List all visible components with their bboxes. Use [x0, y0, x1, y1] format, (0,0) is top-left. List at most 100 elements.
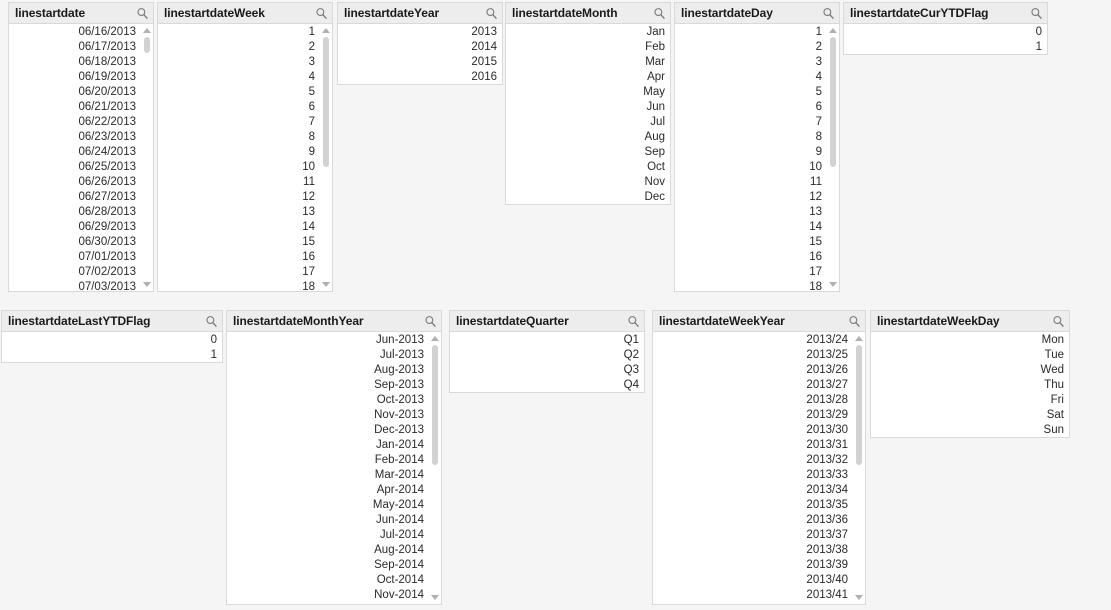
- slicer-panel-linestartdateWeek[interactable]: linestartdateWeek 1 2 3 4 5 6 7 8 9 10 11 12 13 14 15 16…: [157, 2, 333, 292]
- slicer-item[interactable]: Oct-2014: [227, 573, 429, 588]
- slicer-item[interactable]: Sun: [871, 423, 1069, 437]
- slicer-panel-linestartdateWeekDay[interactable]: linestartdateWeekDay Mon Tue Wed Thu Fri Sat Su…: [870, 310, 1070, 438]
- slicer-item[interactable]: 07/02/2013: [9, 265, 141, 280]
- slicer-panel-linestartdate[interactable]: linestartdate 06/16/2013 06/17/2013 06/18/2…: [8, 2, 154, 292]
- slicer-item-list-linestartdateDay[interactable]: 1 2 3 4 5 6 7 8 9 10 11 12 13 14 15 16 17 18: [675, 24, 827, 291]
- slicer-item[interactable]: 2013/35: [653, 498, 853, 513]
- scrollbar-linestartdateDay[interactable]: [827, 24, 839, 291]
- slicer-item[interactable]: Aug: [506, 130, 670, 145]
- scrollbar-thumb[interactable]: [144, 37, 150, 53]
- slicer-item[interactable]: 2013/34: [653, 483, 853, 498]
- slicer-item[interactable]: Jan-2014: [227, 438, 429, 453]
- slicer-item-list-linestartdateWeekYear[interactable]: 2013/24 2013/25 2013/26 2013/27 2013/28 2013/…: [653, 332, 853, 604]
- search-icon[interactable]: [424, 315, 437, 328]
- slicer-item[interactable]: 18: [675, 280, 827, 291]
- slicer-item[interactable]: Fri: [871, 393, 1069, 408]
- slicer-item[interactable]: 1: [844, 40, 1047, 54]
- slicer-item-list-linestartdateQuarter[interactable]: Q1 Q2 Q3 Q4: [450, 332, 644, 392]
- search-icon[interactable]: [653, 7, 666, 20]
- slicer-item[interactable]: May-2014: [227, 498, 429, 513]
- slicer-item[interactable]: 4: [675, 70, 827, 85]
- slicer-item[interactable]: 0: [844, 25, 1047, 40]
- slicer-item[interactable]: Apr-2014: [227, 483, 429, 498]
- slicer-item[interactable]: 13: [158, 205, 320, 220]
- search-icon[interactable]: [315, 7, 328, 20]
- scroll-down-arrow-icon[interactable]: [320, 279, 332, 290]
- scrollbar-linestartdateWeekYear[interactable]: [853, 332, 865, 604]
- slicer-panel-linestartdateYear[interactable]: linestartdateYear 2013 2014 2015 2016: [337, 2, 503, 85]
- search-icon[interactable]: [627, 315, 640, 328]
- slicer-item[interactable]: Sep-2013: [227, 378, 429, 393]
- slicer-item[interactable]: 06/27/2013: [9, 190, 141, 205]
- slicer-item[interactable]: 9: [158, 145, 320, 160]
- slicer-item[interactable]: Mar: [506, 55, 670, 70]
- slicer-item[interactable]: 2013: [338, 25, 502, 40]
- slicer-item[interactable]: Q1: [450, 333, 644, 348]
- slicer-item[interactable]: Mar-2014: [227, 468, 429, 483]
- slicer-item[interactable]: 2: [158, 40, 320, 55]
- slicer-panel-linestartdateMonth[interactable]: linestartdateMonth Jan Feb Mar Apr May Jun Jul A…: [505, 2, 671, 205]
- slicer-panel-linestartdateWeekYear[interactable]: linestartdateWeekYear 2013/24 2013/25 2013/…: [652, 310, 866, 605]
- search-icon[interactable]: [205, 315, 218, 328]
- slicer-item[interactable]: 14: [675, 220, 827, 235]
- slicer-item[interactable]: 06/25/2013: [9, 160, 141, 175]
- slicer-item[interactable]: 2013/30: [653, 423, 853, 438]
- slicer-item[interactable]: Mon: [871, 333, 1069, 348]
- slicer-item[interactable]: 2013/40: [653, 573, 853, 588]
- slicer-item[interactable]: 2013/32: [653, 453, 853, 468]
- slicer-item[interactable]: Sat: [871, 408, 1069, 423]
- slicer-item[interactable]: Nov-2014: [227, 588, 429, 603]
- slicer-item[interactable]: 07/03/2013: [9, 280, 141, 291]
- slicer-item[interactable]: 2016: [338, 70, 502, 84]
- slicer-item-list-linestartdateMonth[interactable]: Jan Feb Mar Apr May Jun Jul Aug Sep Oct Nov Dec: [506, 24, 670, 204]
- slicer-item-list-linestartdateWeek[interactable]: 1 2 3 4 5 6 7 8 9 10 11 12 13 14 15 16 17 18: [158, 24, 320, 291]
- slicer-item[interactable]: Q3: [450, 363, 644, 378]
- slicer-item[interactable]: 12: [158, 190, 320, 205]
- slicer-item[interactable]: 6: [675, 100, 827, 115]
- slicer-item[interactable]: 12: [675, 190, 827, 205]
- slicer-item[interactable]: 06/16/2013: [9, 25, 141, 40]
- slicer-item[interactable]: 17: [675, 265, 827, 280]
- slicer-item[interactable]: 2013/25: [653, 348, 853, 363]
- slicer-item[interactable]: 2013/26: [653, 363, 853, 378]
- search-icon[interactable]: [136, 7, 149, 20]
- slicer-item[interactable]: May: [506, 85, 670, 100]
- slicer-item[interactable]: Aug-2013: [227, 363, 429, 378]
- scrollbar-thumb[interactable]: [830, 37, 836, 167]
- search-icon[interactable]: [848, 315, 861, 328]
- slicer-item[interactable]: 18: [158, 280, 320, 291]
- slicer-item[interactable]: 06/28/2013: [9, 205, 141, 220]
- scroll-up-arrow-icon[interactable]: [853, 333, 865, 344]
- search-icon[interactable]: [1052, 315, 1065, 328]
- slicer-item[interactable]: 9: [675, 145, 827, 160]
- scrollbar-thumb[interactable]: [323, 37, 329, 167]
- slicer-item[interactable]: 2013/24: [653, 333, 853, 348]
- slicer-item[interactable]: Jun-2013: [227, 333, 429, 348]
- scrollbar-thumb[interactable]: [432, 345, 438, 465]
- slicer-panel-linestartdateLastYTDFlag[interactable]: linestartdateLastYTDFlag 0 1: [1, 310, 223, 363]
- slicer-item[interactable]: 06/22/2013: [9, 115, 141, 130]
- slicer-item[interactable]: Wed: [871, 363, 1069, 378]
- slicer-item[interactable]: 06/18/2013: [9, 55, 141, 70]
- slicer-item[interactable]: 7: [158, 115, 320, 130]
- scroll-down-arrow-icon[interactable]: [827, 279, 839, 290]
- scrollbar-thumb[interactable]: [856, 345, 862, 465]
- slicer-item[interactable]: 06/19/2013: [9, 70, 141, 85]
- slicer-item[interactable]: 07/01/2013: [9, 250, 141, 265]
- slicer-item[interactable]: 5: [158, 85, 320, 100]
- slicer-item[interactable]: Feb: [506, 40, 670, 55]
- slicer-item[interactable]: Oct-2013: [227, 393, 429, 408]
- scrollbar-linestartdateMonthYear[interactable]: [429, 332, 441, 604]
- slicer-item[interactable]: 2013/36: [653, 513, 853, 528]
- slicer-item[interactable]: Dec-2013: [227, 423, 429, 438]
- search-icon[interactable]: [1030, 7, 1043, 20]
- slicer-item[interactable]: 5: [675, 85, 827, 100]
- slicer-item[interactable]: Nov-2013: [227, 408, 429, 423]
- slicer-item[interactable]: 2013/39: [653, 558, 853, 573]
- scroll-down-arrow-icon[interactable]: [853, 592, 865, 603]
- slicer-item[interactable]: 06/23/2013: [9, 130, 141, 145]
- slicer-item[interactable]: 2: [675, 40, 827, 55]
- slicer-item[interactable]: 16: [158, 250, 320, 265]
- search-icon[interactable]: [822, 7, 835, 20]
- slicer-item[interactable]: Jun: [506, 100, 670, 115]
